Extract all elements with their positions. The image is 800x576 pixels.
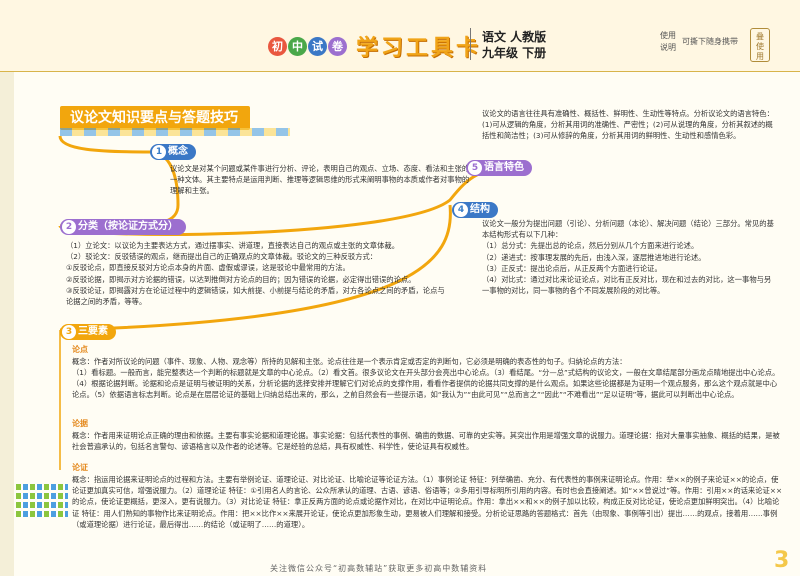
card-title: 学习工具卡 xyxy=(356,36,482,61)
usage-tip: 可撕下随身携带 xyxy=(682,37,738,46)
usage-label: 使用 说明 xyxy=(660,30,676,54)
list-item: （2）驳论文：反驳错误的观点，继而提出自己的正确观点的文章体裁。驳论文的三种反驳… xyxy=(66,252,378,262)
evidence-text: 概念：作者用来证明论点正确的理由和依据。主要有事实论据和道理论据。事实论据：包括… xyxy=(72,431,780,452)
section-label: 语言特色 xyxy=(484,162,524,173)
section-label: 三要素 xyxy=(78,326,108,337)
page-number: 3 xyxy=(774,548,790,573)
brand-char: 初 xyxy=(268,36,287,56)
subject-info: 语文 人教版 九年级 下册 xyxy=(482,29,546,61)
brand-char: 卷 xyxy=(328,36,347,56)
divider xyxy=(470,28,471,60)
side-decoration xyxy=(16,484,68,520)
proof-text: 概念：指运用论据来证明论点的过程和方法。主要有举例论证、道理论证、对比论证、比喻… xyxy=(72,475,783,529)
banner-decoration xyxy=(60,128,290,136)
brand-char: 中 xyxy=(288,36,307,56)
evidence-heading: 论据 xyxy=(72,419,88,428)
structure-list: 议论文一般分为提出问题（引论）、分析问题（本论）、解决问题（结论）三部分。常见的… xyxy=(482,218,778,296)
brand-char: 试 xyxy=(308,36,327,56)
list-item: （3）正反式：提出论点后，从正反两个方面进行论证。 xyxy=(482,263,662,273)
brand-logo: 初 中 试 卷 学习工具卡 xyxy=(268,30,481,62)
section-number: 4 xyxy=(454,203,468,217)
list-item: （4）对比式：通过对比来论证论点，对比有正反对比，现在和过去的对比，这一事物与另… xyxy=(482,275,772,296)
fold-seal: 叠 使 用 xyxy=(750,28,770,62)
section-number: 1 xyxy=(152,145,166,159)
concept-text: 议论文是对某个问题或某件事进行分析、评论，表明自己的观点、立场、态度、看法和主张… xyxy=(170,164,470,196)
section-number: 3 xyxy=(62,325,76,339)
left-decor-bar xyxy=(0,72,14,576)
list-item: （1）总分式：先提出总的论点，然后分别从几个方面来进行论述。 xyxy=(482,241,699,251)
section-label: 概念 xyxy=(168,146,188,157)
section-number: 5 xyxy=(468,161,482,175)
footer-text: 关注微信公众号“初高数辅站”获取更多初高中数辅资料 xyxy=(270,564,488,573)
language-text: 议论文的语言往往具有准确性、概括性、鲜明性、生动性等特点。分析议论文的语言特色：… xyxy=(482,109,774,141)
page-banner: 议论文知识要点与答题技巧 xyxy=(60,106,250,130)
section-label: 结构 xyxy=(470,204,490,215)
section-label: 分类（按论证方式分） xyxy=(78,221,178,232)
usage-label-2: 说明 xyxy=(660,43,676,52)
argument-text: 概念：作者对所议论的问题（事件、现象、人物、观念等）所持的见解和主张。论点往往是… xyxy=(72,357,627,366)
argument-heading: 论点 xyxy=(72,345,88,354)
subject-line: 语文 人教版 xyxy=(482,30,547,44)
list-item: （1）立论文：以议论为主要表达方式，通过摆事实、讲道理，直接表达自己的观点或主张… xyxy=(66,241,399,250)
section-number: 2 xyxy=(62,220,76,234)
section-tag-language: 5 语言特色 xyxy=(466,160,532,176)
section-tag-concept: 1 概念 xyxy=(150,144,196,160)
section-tag-structure: 4 结构 xyxy=(452,202,498,218)
proof-heading: 论证 xyxy=(72,463,88,472)
list-item: 议论文一般分为提出问题（引论）、分析问题（本论）、解决问题（结论）三部分。常见的… xyxy=(482,219,774,240)
list-item: ②反驳论据，即揭示对方论据的错误，以达到推倒对方论点的目的；因为错误的论据，必定… xyxy=(66,274,416,284)
usage-label-1: 使用 xyxy=(660,31,676,40)
argument-methods: （1）看标题。一般而言，能完整表达一个判断的标题就是文章的中心论点。（2）看文首… xyxy=(72,368,780,400)
list-item: ①反驳论点，即直接反驳对方论点本身的片面、虚假或谬误，这是驳论中最常用的方法。 xyxy=(66,263,350,273)
section-tag-classification: 2 分类（按论证方式分） xyxy=(60,219,186,235)
grade-line: 九年级 下册 xyxy=(482,46,547,60)
classification-list: （1）立论文：以议论为主要表达方式，通过摆事实、讲道理，直接表达自己的观点或主张… xyxy=(66,240,450,307)
header-bar: 初 中 试 卷 学习工具卡 语文 人教版 九年级 下册 使用 说明 可撕下随身携… xyxy=(0,0,800,72)
list-item: ③反驳论证，即揭露对方在论证过程中的逻辑错误，如大前提、小前提与结论的矛盾，对方… xyxy=(66,285,445,307)
list-item: （2）递进式：按事理发展的先后，由浅入深，逐层推进地进行论述。 xyxy=(482,252,706,262)
section-tag-elements: 3 三要素 xyxy=(60,324,116,340)
